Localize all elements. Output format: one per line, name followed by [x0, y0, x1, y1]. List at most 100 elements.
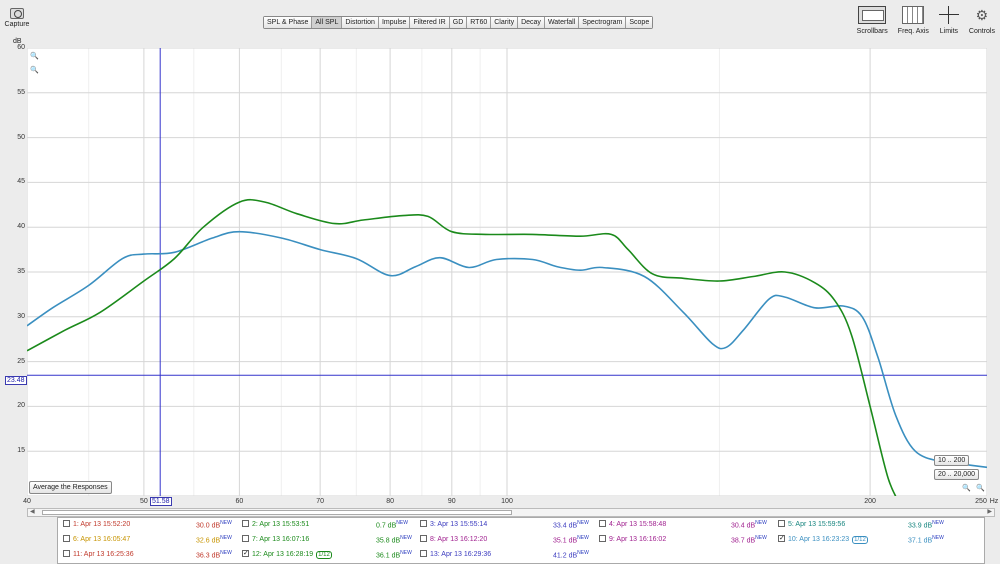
level-value: 32.6 dB: [196, 537, 221, 545]
zoom-in-icon[interactable]: 🔍: [962, 484, 971, 492]
level-value: 41.2 dB: [553, 552, 578, 560]
measurement-name: 5: Apr 13 15:59:56: [788, 521, 846, 528]
visibility-checkbox[interactable]: [63, 550, 70, 557]
graph-tools: Scrollbars Freq. Axis Limits ⚙ Controls: [852, 6, 1000, 35]
legend-item[interactable]: 11: Apr 13 16:25:36: [63, 550, 134, 558]
freq-axis-label: Freq. Axis: [897, 28, 929, 35]
tab-clarity[interactable]: Clarity: [491, 17, 519, 28]
legend-item[interactable]: 13: Apr 13 16:29:36: [420, 550, 491, 558]
legend-item[interactable]: 7: Apr 13 16:07:16: [242, 535, 309, 543]
capture-label: Capture: [4, 21, 30, 28]
visibility-checkbox[interactable]: [420, 520, 427, 527]
spl-graph[interactable]: [26, 47, 988, 506]
legend-item[interactable]: 12: Apr 13 16:28:191/12: [242, 549, 332, 559]
visibility-checkbox[interactable]: [242, 549, 249, 557]
measurement-level: 33.4 dBNEW: [553, 520, 589, 529]
measurement-level: 35.1 dBNEW: [553, 535, 589, 544]
visibility-checkbox[interactable]: [599, 520, 606, 527]
controls-button[interactable]: ⚙ Controls: [964, 6, 1000, 35]
level-value: 33.9 dB: [908, 522, 933, 530]
new-tag: NEW: [755, 535, 767, 541]
y-tick-label: 25: [17, 357, 25, 365]
measurement-level: 41.2 dBNEW: [553, 550, 589, 559]
measurement-level: 32.6 dBNEW: [196, 535, 232, 544]
legend-item[interactable]: 10: Apr 13 16:23:231/12: [778, 534, 868, 544]
visibility-checkbox[interactable]: [63, 520, 70, 527]
measurement-legend: 1: Apr 13 15:52:20 30.0 dBNEW 2: Apr 13 15…: [57, 517, 985, 564]
freq-axis-button[interactable]: Freq. Axis: [893, 6, 934, 35]
tab-spectrogram[interactable]: Spectrogram: [579, 17, 627, 28]
controls-label: Controls: [968, 28, 995, 35]
y-tick-label: 30: [17, 312, 25, 320]
scrollbar-thumb[interactable]: [42, 510, 512, 515]
average-responses-button[interactable]: Average the Responses: [29, 481, 112, 494]
tab-distortion[interactable]: Distortion: [342, 17, 379, 28]
limits-label: Limits: [939, 28, 959, 35]
y-tick-label: 35: [17, 268, 25, 275]
zoom-out-icon[interactable]: 🔍: [976, 484, 985, 492]
legend-item[interactable]: 8: Apr 13 16:12:20: [420, 535, 487, 543]
tab-spl-phase[interactable]: SPL & Phase: [264, 17, 313, 28]
measurement-name: 9: Apr 13 16:16:02: [609, 536, 667, 543]
new-tag: NEW: [396, 520, 408, 526]
visibility-checkbox[interactable]: [778, 520, 785, 527]
tab-waterfall[interactable]: Waterfall: [544, 17, 580, 28]
new-tag: NEW: [400, 550, 412, 556]
visibility-checkbox[interactable]: [63, 535, 70, 542]
measurement-name: 7: Apr 13 16:07:16: [252, 536, 310, 543]
measurement-name: 13: Apr 13 16:29:36: [430, 551, 492, 558]
legend-item[interactable]: 9: Apr 13 16:16:02: [599, 535, 666, 543]
scrollbars-icon: [858, 6, 887, 24]
range-10-200-button[interactable]: 10 .. 200: [934, 455, 970, 466]
capture-button[interactable]: Capture: [3, 8, 31, 28]
tab-gd[interactable]: GD: [449, 17, 468, 28]
visibility-checkbox[interactable]: [420, 550, 427, 557]
tab-impulse[interactable]: Impulse: [378, 17, 411, 28]
tab-decay[interactable]: Decay: [518, 17, 545, 28]
level-value: 37.1 dB: [908, 537, 933, 545]
tab-rt60[interactable]: RT60: [467, 17, 492, 28]
range-20-20000-button[interactable]: 20 .. 20,000: [934, 469, 979, 480]
scrollbars-button[interactable]: Scrollbars: [852, 6, 893, 35]
tab-filtered-ir[interactable]: Filtered IR: [410, 17, 450, 28]
measurement-level: 37.1 dBNEW: [908, 535, 944, 544]
range-high: 200: [953, 457, 966, 464]
visibility-checkbox[interactable]: [242, 520, 249, 527]
legend-row: 11: Apr 13 16:25:3636.3 dBNEW12: Apr 13 …: [58, 548, 986, 562]
range-high: 20,000: [953, 471, 975, 478]
limits-button[interactable]: Limits: [934, 6, 964, 35]
legend-item[interactable]: 5: Apr 13 15:59:56: [778, 520, 845, 528]
visibility-checkbox[interactable]: [242, 535, 249, 542]
spl-chart[interactable]: [26, 47, 988, 506]
visibility-checkbox[interactable]: [420, 535, 427, 542]
visibility-checkbox[interactable]: [599, 535, 606, 542]
smoothing-badge[interactable]: 1/12: [316, 551, 332, 559]
y-tick-label: 60: [17, 44, 25, 51]
legend-item[interactable]: 2: Apr 13 15:53:51: [242, 520, 309, 528]
horizontal-scrollbar[interactable]: ◀ ▶: [27, 508, 995, 517]
measurement-level: 36.1 dBNEW: [376, 550, 412, 559]
legend-item[interactable]: 4: Apr 13 15:58:48: [599, 520, 666, 528]
tab-scope[interactable]: Scope: [626, 17, 653, 28]
x-tick-label: 50: [139, 498, 148, 505]
new-tag: NEW: [932, 535, 944, 541]
legend-item[interactable]: 3: Apr 13 15:55:14: [420, 520, 487, 528]
level-value: 33.4 dB: [553, 522, 578, 530]
tab-all-spl[interactable]: All SPL: [312, 17, 343, 28]
camera-icon: [10, 8, 24, 19]
scroll-left-icon[interactable]: ◀: [30, 508, 35, 515]
measurement-name: 11: Apr 13 16:25:36: [73, 551, 134, 558]
zoom-in-icon[interactable]: 🔍: [30, 52, 39, 60]
legend-item[interactable]: 1: Apr 13 15:52:20: [63, 520, 130, 528]
scroll-right-icon[interactable]: ▶: [987, 508, 992, 515]
zoom-out-icon[interactable]: 🔍: [30, 66, 39, 74]
smoothing-badge[interactable]: 1/12: [852, 536, 868, 544]
limits-icon: [938, 6, 959, 24]
freq-axis-icon: [902, 6, 925, 24]
y-tick-label: 50: [17, 133, 25, 141]
range-low: 20: [938, 471, 946, 478]
legend-item[interactable]: 6: Apr 13 16:05:47: [63, 535, 130, 543]
visibility-checkbox[interactable]: [778, 534, 785, 542]
cursor-x-readout: 51.58: [150, 497, 172, 506]
legend-row: 1: Apr 13 15:52:20 30.0 dBNEW 2: Apr 13 15…: [58, 518, 986, 532]
